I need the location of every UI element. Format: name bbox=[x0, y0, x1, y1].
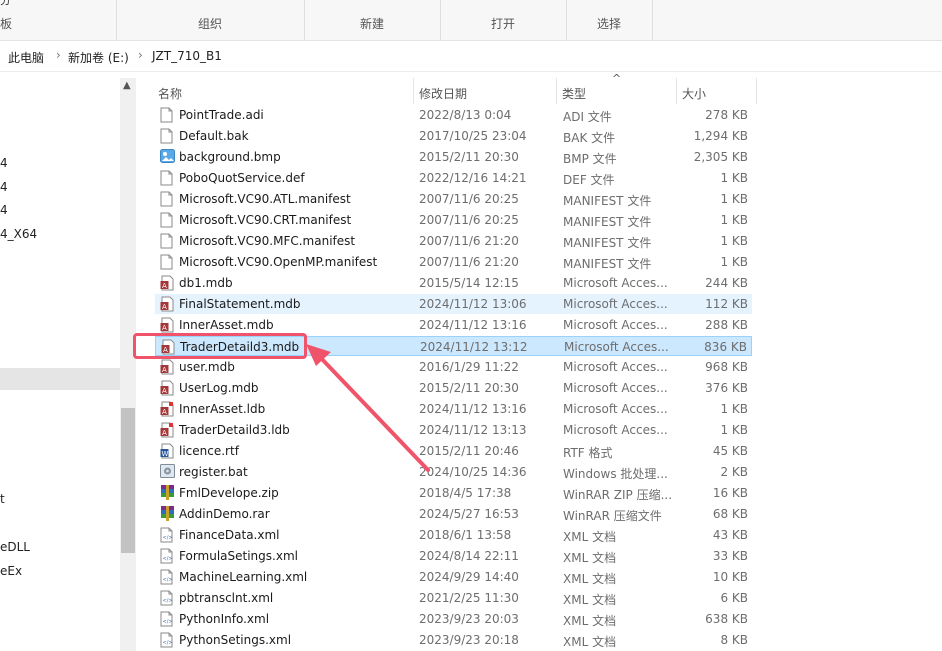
annotation-arrow bbox=[306, 344, 430, 472]
